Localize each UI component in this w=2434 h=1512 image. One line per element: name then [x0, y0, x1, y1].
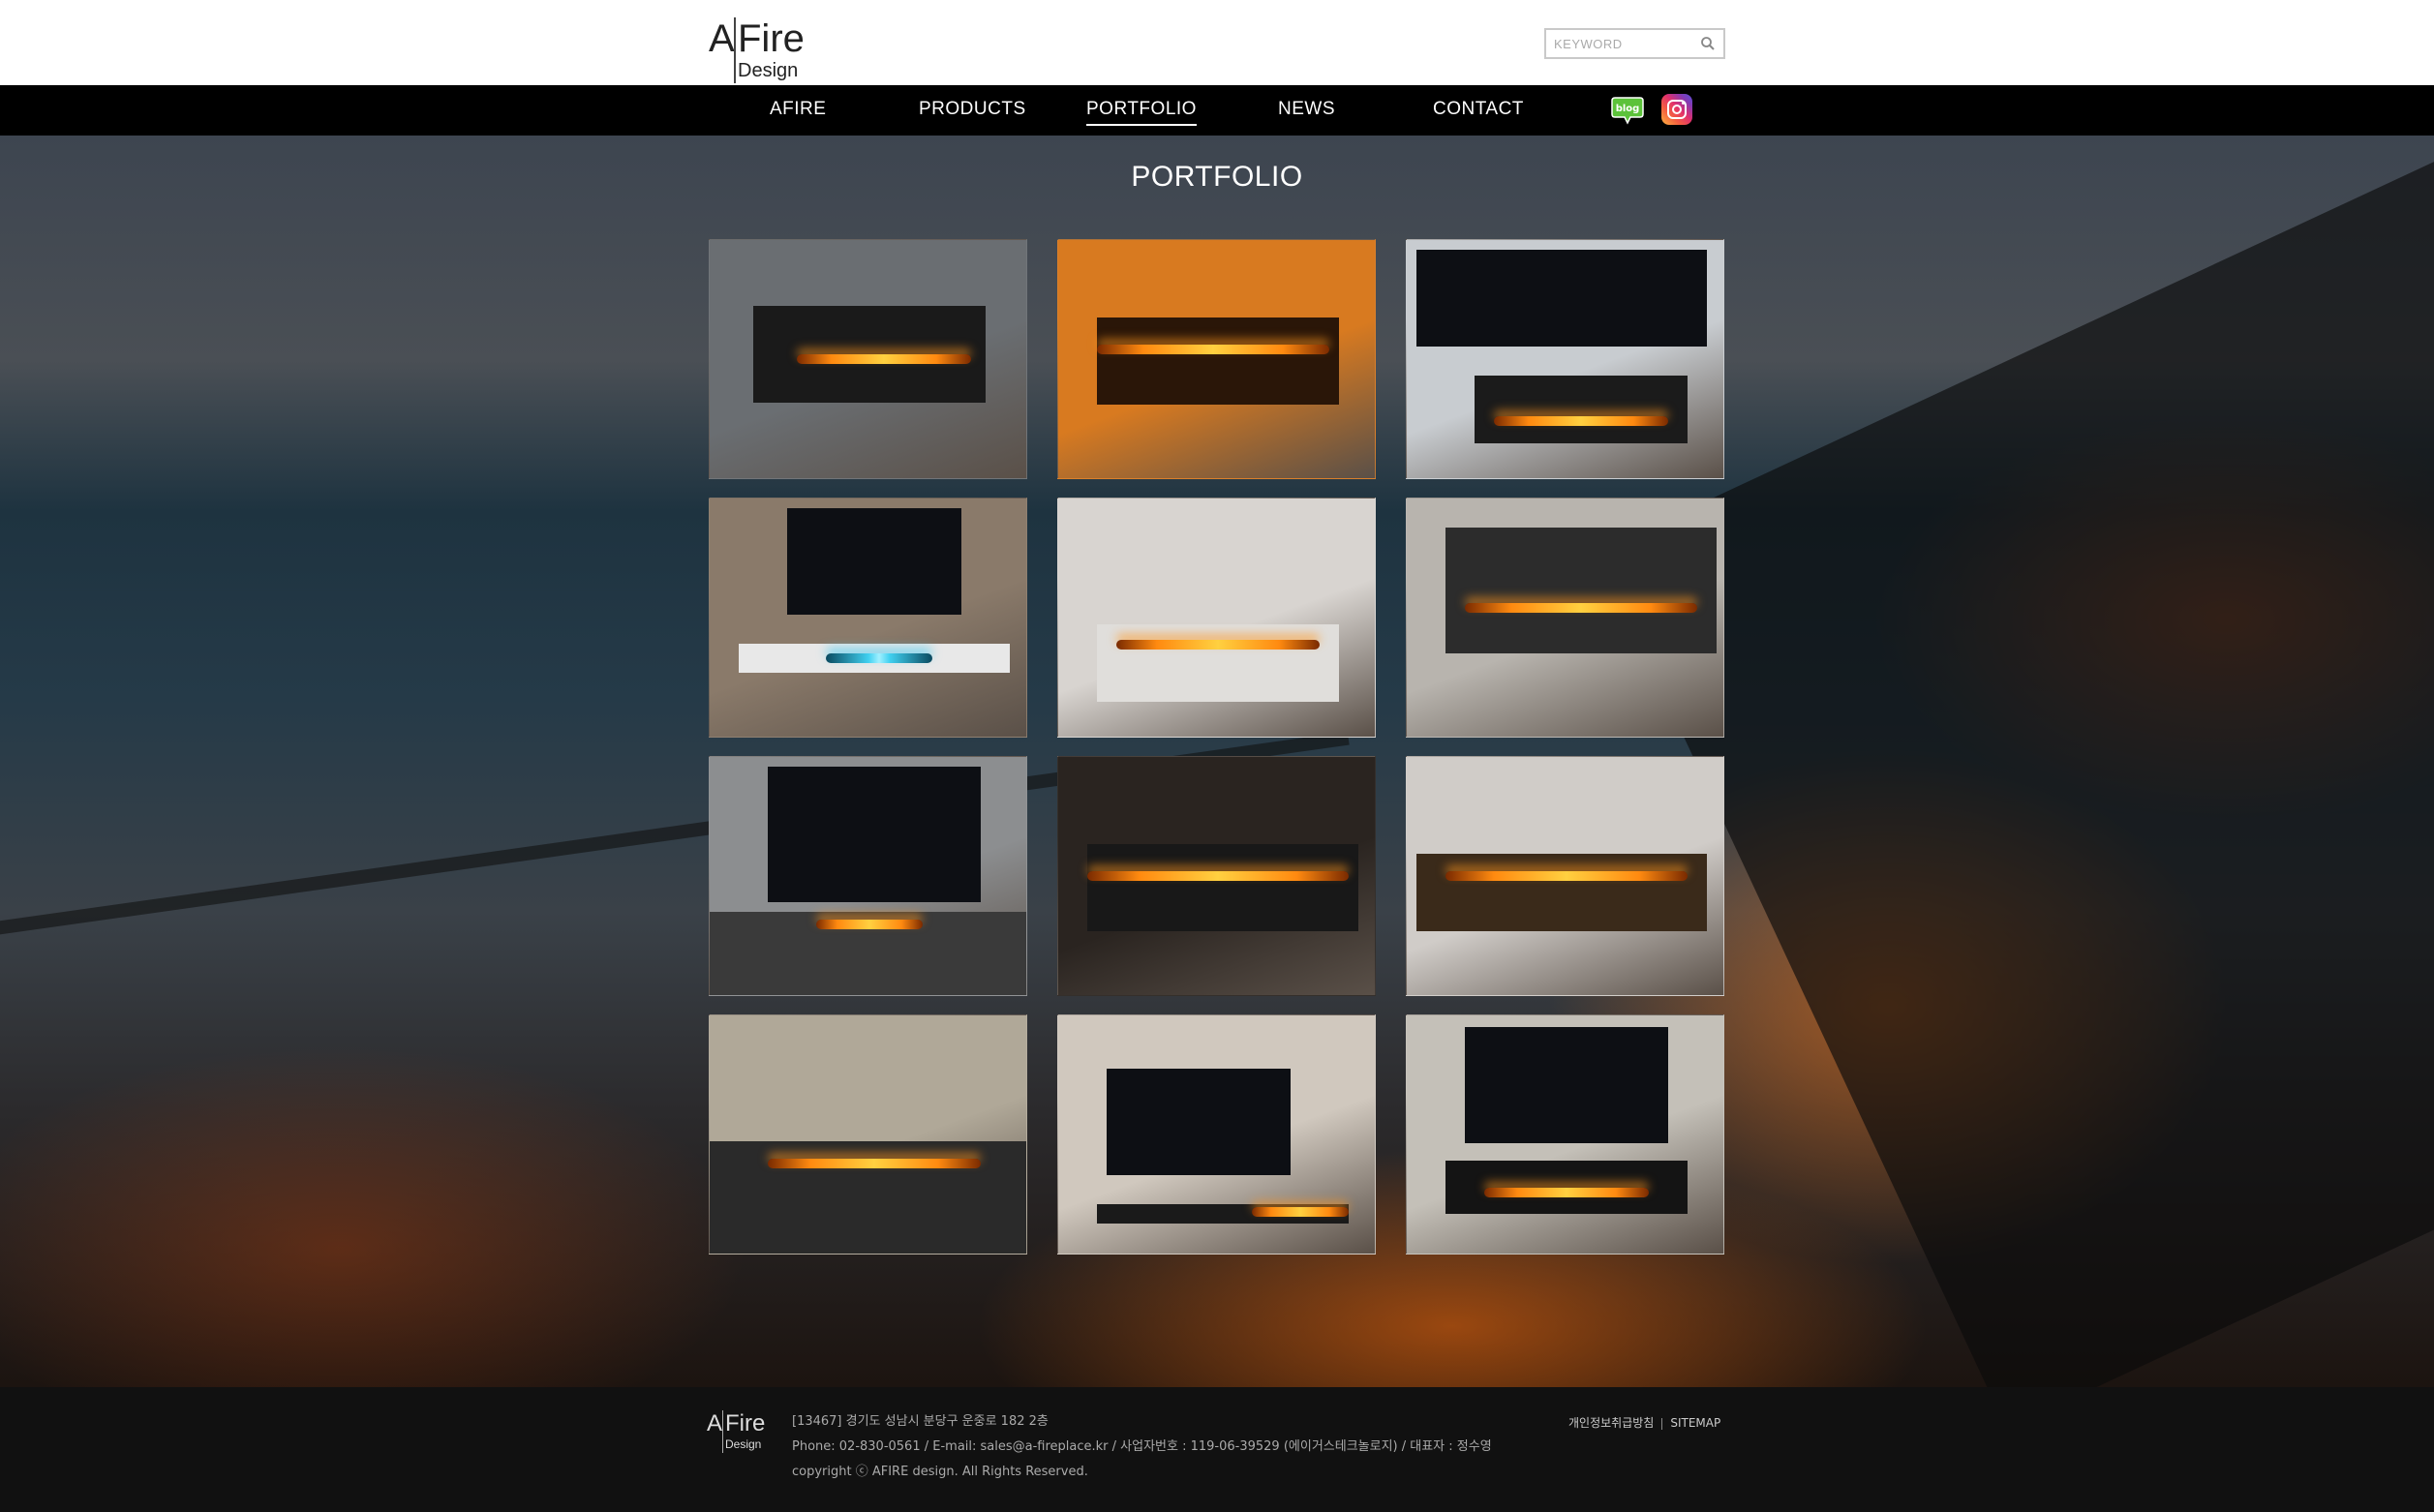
nav-item-contact[interactable]: CONTACT [1433, 99, 1524, 120]
fireplace-flame [1445, 871, 1688, 881]
logo-design: Design [738, 60, 799, 81]
tv-screen [1465, 1027, 1668, 1143]
fireplace-flame [1116, 640, 1320, 650]
fireplace-flame [768, 1159, 981, 1168]
portfolio-thumbnail[interactable] [1057, 1014, 1376, 1255]
main-nav: AFIRE PRODUCTS PORTFOLIO NEWS CONTACT bl… [0, 85, 2434, 136]
fireplace-flame [1465, 603, 1697, 613]
portfolio-thumbnail[interactable] [1406, 1014, 1724, 1255]
instagram-icon[interactable] [1661, 94, 1692, 125]
fireplace-box [1097, 318, 1339, 405]
fireplace-flame [826, 653, 932, 663]
fireplace-box [1087, 844, 1358, 931]
fireplace-box [1416, 854, 1707, 931]
footer: A Fire Design [13467] 경기도 성남시 분당구 운중로 18… [0, 1387, 2434, 1512]
portfolio-thumbnail[interactable] [1057, 239, 1376, 479]
portfolio-thumbnail[interactable] [1406, 756, 1724, 996]
search-icon[interactable] [1700, 36, 1716, 51]
page-title: PORTFOLIO [1131, 161, 1303, 193]
privacy-policy-link[interactable]: 개인정보취급방침 [1568, 1416, 1654, 1430]
nav-item-products[interactable]: PRODUCTS [919, 99, 1026, 120]
tv-screen [787, 508, 961, 615]
footer-links: 개인정보취급방침 SITEMAP [1568, 1414, 1720, 1431]
header: A Fire Design [0, 0, 2434, 85]
tv-screen [1107, 1069, 1291, 1175]
portfolio-thumbnail[interactable] [709, 1014, 1027, 1255]
logo-fire: Fire [738, 17, 805, 60]
tv-screen [768, 767, 981, 902]
footer-logo-a: A [707, 1410, 723, 1436]
nav-item-news[interactable]: NEWS [1278, 99, 1335, 120]
fireplace-flame [816, 920, 923, 929]
blog-icon[interactable]: blog [1611, 96, 1644, 125]
footer-logo: A Fire Design [707, 1408, 775, 1457]
portfolio-thumbnail[interactable] [1406, 498, 1724, 738]
portfolio-thumbnail[interactable] [1057, 756, 1376, 996]
portfolio-thumbnail[interactable] [709, 498, 1027, 738]
fireplace-flame [1252, 1207, 1349, 1217]
fireplace-flame [1087, 871, 1349, 881]
fireplace-flame [1494, 416, 1668, 426]
portfolio-thumbnail[interactable] [1057, 498, 1376, 738]
search-box [1544, 28, 1725, 59]
portfolio-thumbnail[interactable] [1406, 239, 1724, 479]
afire-logo[interactable]: A Fire Design [709, 10, 815, 83]
fireplace-box [1097, 624, 1339, 702]
fireplace-flame [797, 354, 971, 364]
portfolio-thumbnail[interactable] [709, 756, 1027, 996]
portfolio-section: PORTFOLIO 1 2 3 4 5 [0, 136, 2434, 1387]
portfolio-thumbnail[interactable] [709, 239, 1027, 479]
search-input[interactable] [1554, 33, 1699, 54]
footer-contact: Phone: 02-830-0561 / E-mail: sales@a-fir… [792, 1439, 1492, 1454]
footer-logo-design: Design [725, 1437, 762, 1451]
footer-logo-fire: Fire [725, 1410, 766, 1436]
fireplace-box [1445, 528, 1717, 653]
nav-item-afire[interactable]: AFIRE [770, 99, 826, 120]
fireplace-box [1475, 376, 1688, 443]
nav-item-portfolio[interactable]: PORTFOLIO [1086, 99, 1197, 126]
logo-divider [734, 17, 736, 83]
fireplace-flame [1484, 1188, 1649, 1197]
tv-screen [1416, 250, 1707, 347]
fireplace-flame [1097, 345, 1329, 354]
sitemap-link[interactable]: SITEMAP [1670, 1416, 1720, 1430]
footer-copyright: copyright ⓒ AFIRE design. All Rights Res… [792, 1465, 1088, 1479]
footer-address: [13467] 경기도 성남시 분당구 운중로 182 2층 [792, 1414, 1049, 1429]
blog-icon-label: blog [1616, 104, 1640, 114]
logo-a: A [709, 17, 735, 60]
